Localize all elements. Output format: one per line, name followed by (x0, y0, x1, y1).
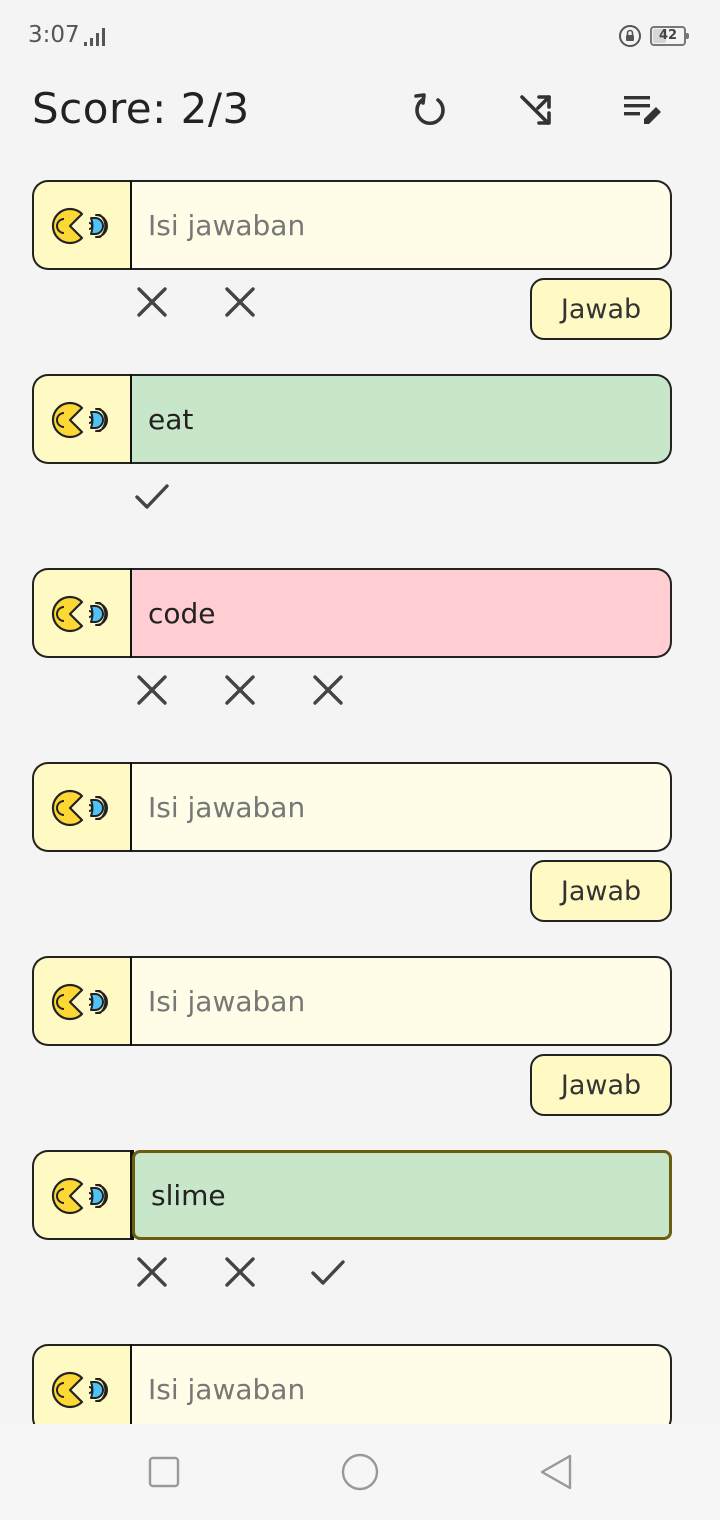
pacman-sound-icon (51, 789, 108, 827)
home-button[interactable] (340, 1452, 380, 1492)
word-card (32, 1150, 672, 1287)
wrong-mark (308, 670, 396, 710)
pacman-sound-icon (51, 595, 108, 633)
wrong-mark (132, 670, 220, 710)
answer-input[interactable] (151, 1178, 651, 1212)
word-card (32, 568, 672, 705)
card-row (32, 568, 672, 658)
shuffle-icon (520, 95, 551, 125)
signal-icon (84, 28, 105, 46)
app-header: Score: 2/3 (0, 72, 720, 164)
edit-list-icon (624, 96, 661, 124)
pacman-sound-icon (51, 1177, 108, 1215)
answer-input[interactable] (148, 596, 648, 630)
answer-field[interactable] (132, 374, 672, 464)
wrong-mark (132, 282, 220, 322)
answer-input[interactable] (148, 402, 648, 436)
check-mark-icon (135, 484, 169, 509)
cross-mark-icon (137, 287, 167, 317)
cross-mark-icon (313, 675, 343, 705)
cross-mark-icon (137, 1257, 167, 1287)
answer-input[interactable] (148, 984, 648, 1018)
word-card-list[interactable]: Jawab Jawab Jawab (0, 180, 720, 1424)
card-row (32, 1344, 672, 1424)
pacman-sound-icon (51, 207, 108, 245)
word-card: Jawab (32, 762, 672, 922)
card-row (32, 180, 672, 270)
play-sound-button[interactable] (32, 956, 134, 1046)
play-sound-button[interactable] (32, 762, 134, 852)
attempt-marks (132, 282, 308, 322)
word-card (32, 374, 672, 509)
correct-mark (308, 1252, 396, 1292)
correct-mark (132, 476, 220, 516)
status-bar: 3:07 42 (0, 0, 720, 72)
answer-field[interactable] (132, 568, 672, 658)
play-sound-button[interactable] (32, 1150, 134, 1240)
refresh-button[interactable] (402, 86, 458, 134)
wrong-mark (220, 282, 308, 322)
recents-button[interactable] (144, 1452, 184, 1492)
battery-indicator: 42 (650, 26, 689, 46)
cross-mark-icon (225, 675, 255, 705)
word-card: Jawab (32, 180, 672, 340)
navigation-bar (0, 1424, 720, 1520)
answer-field[interactable] (132, 1344, 672, 1424)
refresh-icon (414, 93, 445, 126)
pacman-sound-icon (51, 1371, 108, 1409)
attempt-marks (132, 476, 220, 516)
back-icon (540, 1454, 572, 1490)
battery-level: 42 (658, 28, 678, 43)
play-sound-button[interactable] (32, 1344, 134, 1424)
card-row (32, 956, 672, 1046)
pacman-sound-icon (51, 983, 108, 1021)
answer-field[interactable] (132, 762, 672, 852)
score-title: Score: 2/3 (32, 84, 250, 133)
back-button[interactable] (536, 1452, 576, 1492)
wrong-mark (220, 670, 308, 710)
submit-answer-button[interactable]: Jawab (530, 1054, 672, 1116)
submit-answer-button[interactable]: Jawab (530, 860, 672, 922)
cross-mark-icon (137, 675, 167, 705)
word-card (32, 1344, 672, 1424)
answer-input[interactable] (148, 790, 648, 824)
check-mark-icon (311, 1260, 345, 1285)
recents-icon (148, 1456, 180, 1488)
card-row (32, 374, 672, 464)
card-row (32, 1150, 672, 1240)
word-card: Jawab (32, 956, 672, 1116)
pacman-sound-icon (51, 401, 108, 439)
attempt-marks (132, 670, 396, 710)
edit-list-button[interactable] (614, 86, 670, 134)
answer-field[interactable] (132, 1150, 672, 1240)
answer-input[interactable] (148, 1372, 648, 1406)
play-sound-button[interactable] (32, 374, 134, 464)
wrong-mark (132, 1252, 220, 1292)
home-icon (341, 1453, 379, 1491)
answer-field[interactable] (132, 956, 672, 1046)
play-sound-button[interactable] (32, 180, 134, 270)
attempt-marks (132, 1252, 396, 1292)
cross-mark-icon (225, 287, 255, 317)
rotation-lock-icon (619, 25, 641, 47)
wrong-mark (220, 1252, 308, 1292)
shuffle-button[interactable] (508, 86, 564, 134)
play-sound-button[interactable] (32, 568, 134, 658)
answer-input[interactable] (148, 208, 648, 242)
status-time: 3:07 (28, 22, 80, 48)
cross-mark-icon (225, 1257, 255, 1287)
answer-field[interactable] (132, 180, 672, 270)
submit-answer-button[interactable]: Jawab (530, 278, 672, 340)
card-row (32, 762, 672, 852)
